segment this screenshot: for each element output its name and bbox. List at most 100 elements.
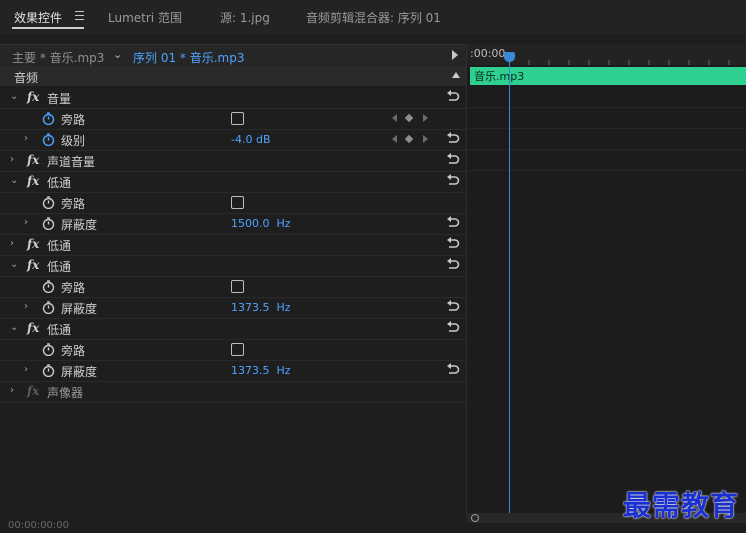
bypass-checkbox[interactable] (231, 196, 244, 209)
cutoff-value[interactable]: 1373.5 Hz (231, 301, 291, 314)
keyframe-navigator[interactable] (390, 113, 430, 124)
bypass-checkbox[interactable] (231, 112, 244, 125)
expand-caret-icon[interactable]: ⌄ (10, 259, 18, 270)
cutoff-unit: Hz (276, 301, 291, 314)
cutoff-value[interactable]: 1500.0 Hz (231, 217, 291, 230)
param-row-cutoff[interactable]: › 屏蔽度 1373.5 Hz (0, 297, 466, 319)
expand-caret-icon[interactable]: › (24, 364, 28, 375)
reset-icon[interactable] (445, 361, 460, 376)
audio-clip[interactable]: 音乐.mp3 (470, 67, 746, 85)
sequence-clip-label[interactable]: 序列 01 * 音乐.mp3 (133, 49, 244, 66)
param-row-level[interactable]: › 级别 -4.0 dB (0, 129, 466, 151)
reset-icon[interactable] (445, 214, 460, 229)
param-label: 级别 (61, 134, 86, 148)
effect-label: 音量 (47, 92, 72, 106)
stopwatch-icon[interactable] (42, 217, 55, 230)
param-row-bypass[interactable]: 旁路 (0, 339, 466, 361)
effect-row-lowpass[interactable]: › fx 低通 (0, 234, 466, 256)
bypass-checkbox[interactable] (231, 280, 244, 293)
panel-tab-bar: 效果控件 Lumetri 范围 源: 1.jpg 音频剪辑混合器: 序列 01 (0, 0, 746, 34)
stopwatch-icon[interactable] (42, 133, 55, 146)
chevron-down-icon[interactable]: ⌄ (113, 48, 122, 61)
tab-source[interactable]: 源: 1.jpg (220, 9, 270, 26)
stopwatch-icon[interactable] (42, 112, 55, 125)
clip-name: 音乐.mp3 (474, 70, 525, 83)
reset-icon[interactable] (445, 235, 460, 250)
active-tab-underline (12, 27, 84, 29)
fx-icon[interactable]: fx (27, 258, 39, 272)
fx-icon[interactable]: fx (27, 384, 39, 398)
prev-keyframe-icon (392, 114, 397, 122)
panel-menu-icon[interactable] (75, 11, 84, 20)
expand-caret-icon[interactable]: › (10, 238, 14, 249)
effect-row-lowpass[interactable]: ⌄ fx 低通 (0, 171, 466, 193)
effect-row-lowpass[interactable]: ⌄ fx 低通 (0, 255, 466, 277)
add-keyframe-icon (404, 113, 414, 123)
stopwatch-icon[interactable] (42, 280, 55, 293)
param-row-bypass[interactable]: 旁路 (0, 192, 466, 214)
reset-icon[interactable] (445, 172, 460, 187)
footer-bar: 00:00:00:00 (0, 520, 746, 533)
expand-caret-icon[interactable]: › (24, 133, 28, 144)
fx-icon[interactable]: fx (27, 174, 39, 188)
stopwatch-icon[interactable] (42, 343, 55, 356)
fx-icon[interactable]: fx (27, 237, 39, 251)
timeline-panel[interactable]: :00:00 音乐.mp3 (466, 44, 746, 523)
stopwatch-icon[interactable] (42, 196, 55, 209)
stopwatch-icon[interactable] (42, 364, 55, 377)
playhead-line[interactable] (509, 56, 510, 514)
effect-row-volume[interactable]: ⌄ fx 音量 (0, 87, 466, 109)
level-value[interactable]: -4.0 dB (231, 133, 271, 146)
tab-audio-clip-mixer[interactable]: 音频剪辑混合器: 序列 01 (306, 9, 441, 26)
effect-row-channel-volume[interactable]: › fx 声道音量 (0, 150, 466, 172)
reset-icon[interactable] (445, 151, 460, 166)
cutoff-unit: Hz (276, 217, 291, 230)
expand-caret-icon[interactable]: ⌄ (10, 175, 18, 186)
param-row-cutoff[interactable]: › 屏蔽度 1500.0 Hz (0, 213, 466, 235)
bypass-checkbox[interactable] (231, 343, 244, 356)
expand-caret-icon[interactable]: › (10, 154, 14, 165)
tab-effect-controls[interactable]: 效果控件 (14, 9, 62, 26)
playhead-handle[interactable] (504, 52, 515, 62)
param-label: 旁路 (61, 281, 86, 295)
watermark-text: 最需教育 (623, 489, 740, 522)
clip-selector-bar: 主要 * 音乐.mp3 ⌄ 序列 01 * 音乐.mp3 (0, 44, 466, 67)
prev-keyframe-icon (392, 135, 397, 143)
param-row-bypass[interactable]: 旁路 (0, 276, 466, 298)
zoom-handle[interactable] (471, 514, 479, 522)
section-title: 音频 (14, 71, 39, 85)
effect-row-lowpass[interactable]: ⌄ fx 低通 (0, 318, 466, 340)
next-keyframe-icon (423, 135, 428, 143)
expand-caret-icon[interactable]: › (24, 301, 28, 312)
param-label: 屏蔽度 (61, 218, 98, 232)
param-row-cutoff[interactable]: › 屏蔽度 1373.5 Hz (0, 360, 466, 382)
master-clip-label[interactable]: 主要 * 音乐.mp3 (12, 49, 104, 66)
collapse-caret-icon[interactable] (452, 72, 460, 78)
expand-caret-icon[interactable]: ⌄ (10, 322, 18, 333)
fx-icon[interactable]: fx (27, 153, 39, 167)
current-timecode[interactable]: 00:00:00:00 (8, 520, 69, 531)
fx-icon[interactable]: fx (27, 321, 39, 335)
stopwatch-icon[interactable] (42, 301, 55, 314)
play-clip-icon[interactable] (452, 50, 458, 60)
cutoff-value[interactable]: 1373.5 Hz (231, 364, 291, 377)
keyframe-navigator[interactable] (390, 134, 430, 145)
param-row-bypass[interactable]: 旁路 (0, 108, 466, 130)
cutoff-number: 1373.5 (231, 301, 270, 314)
reset-icon[interactable] (445, 88, 460, 103)
effect-row-panner[interactable]: › fx 声像器 (0, 381, 466, 403)
next-keyframe-icon (423, 114, 428, 122)
fx-icon[interactable]: fx (27, 90, 39, 104)
effect-label: 低通 (47, 260, 72, 274)
reset-icon[interactable] (445, 256, 460, 271)
expand-caret-icon[interactable]: ⌄ (10, 91, 18, 102)
cutoff-number: 1500.0 (231, 217, 270, 230)
param-label: 旁路 (61, 113, 86, 127)
reset-icon[interactable] (445, 130, 460, 145)
reset-icon[interactable] (445, 298, 460, 313)
reset-icon[interactable] (445, 319, 460, 334)
param-label: 屏蔽度 (61, 365, 98, 379)
expand-caret-icon[interactable]: › (10, 385, 14, 396)
expand-caret-icon[interactable]: › (24, 217, 28, 228)
tab-lumetri-scopes[interactable]: Lumetri 范围 (108, 9, 182, 26)
